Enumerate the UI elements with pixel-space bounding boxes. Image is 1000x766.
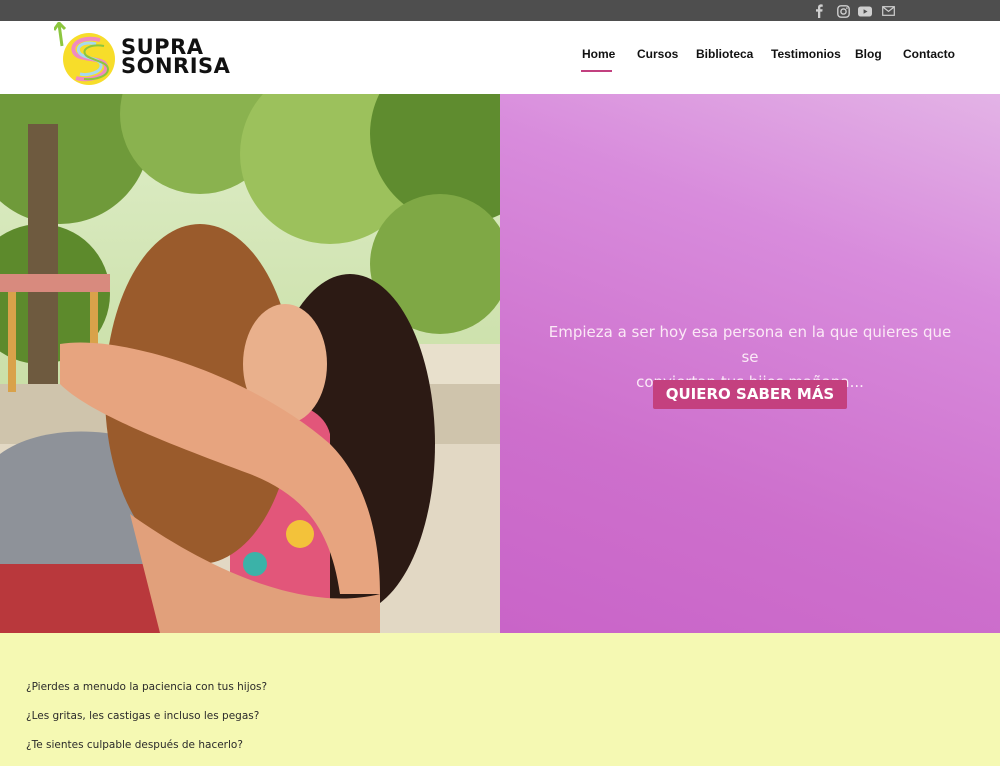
instagram-icon[interactable] — [835, 3, 851, 19]
mail-icon[interactable] — [880, 3, 896, 19]
top-social-bar — [0, 0, 1000, 21]
youtube-icon[interactable] — [857, 3, 873, 19]
logo-wordmark[interactable]: SUPRA SONRISA — [121, 37, 231, 78]
question-3: ¿Te sientes culpable después de hacerlo? — [26, 739, 243, 751]
facebook-icon[interactable] — [811, 3, 827, 19]
nav-contacto[interactable]: Contacto — [903, 47, 955, 61]
quiero-saber-mas-button[interactable]: QUIERO SABER MÁS — [653, 380, 847, 409]
nav-home[interactable]: Home — [582, 47, 615, 61]
nav-biblioteca[interactable]: Biblioteca — [696, 47, 753, 61]
question-2: ¿Les gritas, les castigas e incluso les … — [26, 710, 260, 722]
nav-testimonios[interactable]: Testimonios — [771, 47, 841, 61]
logo-mark — [52, 20, 115, 85]
nav-blog[interactable]: Blog — [855, 47, 882, 61]
logo-line-2: SONRISA — [121, 54, 231, 78]
question-1: ¿Pierdes a menudo la paciencia con tus h… — [26, 681, 268, 693]
nav-active-indicator — [581, 70, 612, 72]
hero-tagline-line-1: Empieza a ser hoy esa persona en la que … — [548, 323, 952, 366]
hero-photo — [0, 94, 500, 633]
nav-cursos[interactable]: Cursos — [637, 47, 678, 61]
